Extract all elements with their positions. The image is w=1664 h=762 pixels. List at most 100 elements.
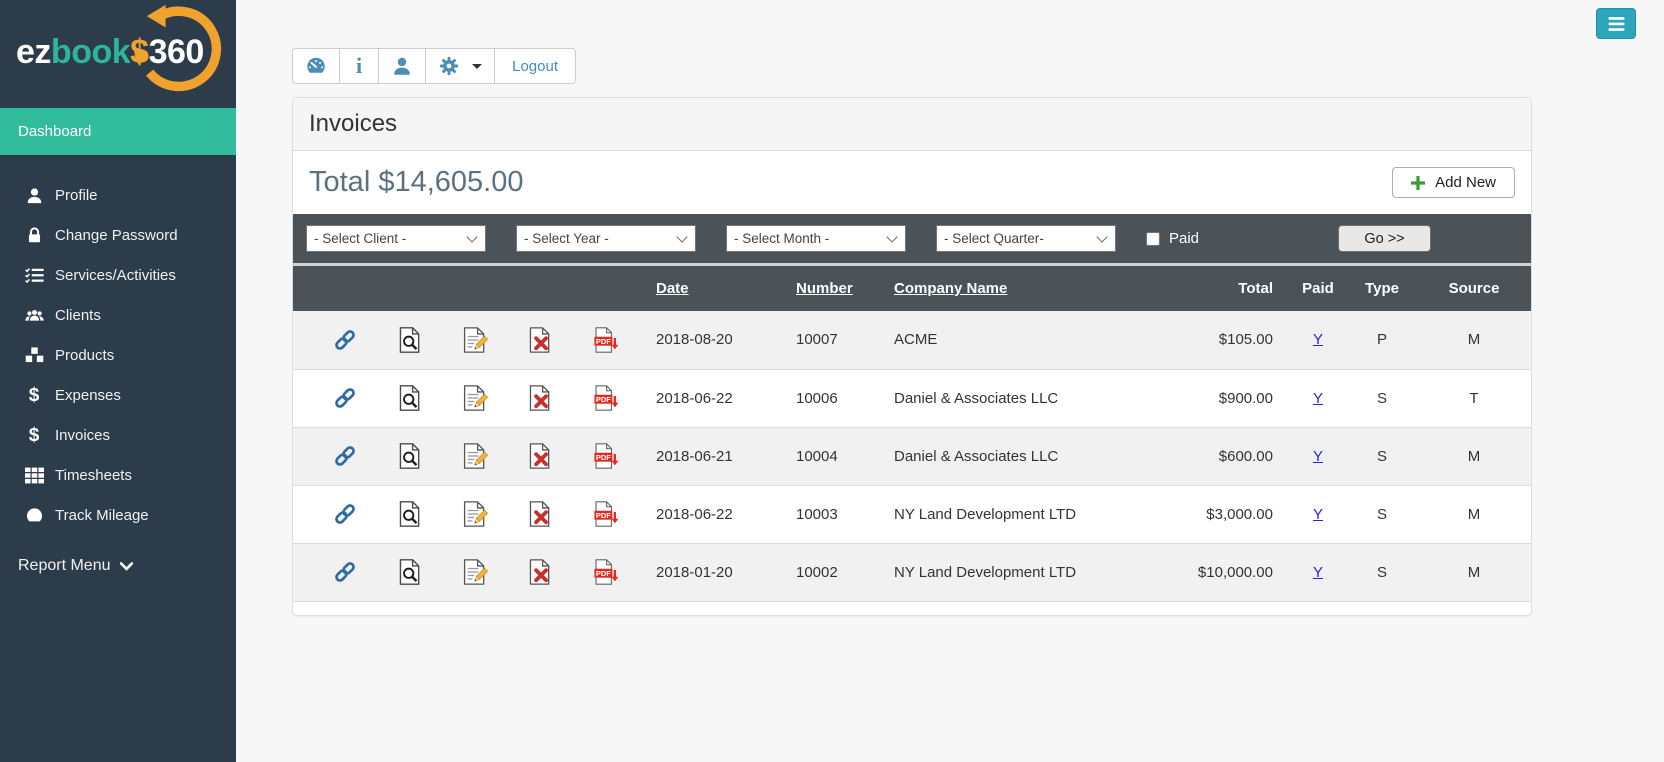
client-select-wrap: - Select Client -: [306, 225, 486, 252]
sidebar-item-invoices[interactable]: $Invoices: [0, 415, 236, 455]
invoice-type: P: [1349, 311, 1415, 369]
year-select[interactable]: - Select Year -: [516, 225, 696, 252]
pdf-download-icon[interactable]: PDF: [592, 559, 618, 585]
pdf-download-icon[interactable]: PDF: [592, 501, 618, 527]
invoice-number: 10007: [783, 311, 881, 369]
pdf-download-icon[interactable]: PDF: [592, 385, 618, 411]
sidebar-report-menu[interactable]: Report Menu: [0, 557, 236, 575]
invoice-total: $3,000.00: [1181, 485, 1287, 543]
sidebar-item-label: Profile: [55, 187, 98, 204]
panel-footer: [293, 602, 1531, 615]
tachometer-icon: [305, 55, 327, 77]
add-new-button[interactable]: Add New: [1392, 167, 1515, 198]
sidebar-item-clients[interactable]: Clients: [0, 295, 236, 335]
month-select[interactable]: - Select Month -: [726, 225, 906, 252]
menu-toggle-button[interactable]: [1596, 8, 1636, 39]
pdf-download-icon[interactable]: PDF: [592, 443, 618, 469]
link-icon[interactable]: [332, 501, 358, 527]
settings-dropdown-button[interactable]: [426, 49, 495, 83]
sidebar-item-timesheets[interactable]: Timesheets: [0, 455, 236, 495]
go-button[interactable]: Go >>: [1338, 225, 1431, 252]
svg-text:PDF: PDF: [596, 511, 611, 520]
company-column-header[interactable]: Company Name: [881, 266, 1181, 311]
sidebar-item-profile[interactable]: Profile: [0, 175, 236, 215]
invoices-total: Total $14,605.00: [309, 166, 523, 199]
sidebar-item-label: Products: [55, 347, 114, 364]
dashboard-button[interactable]: [293, 49, 340, 83]
users-icon: [22, 305, 46, 325]
invoices-panel: Invoices Total $14,605.00 Add New - Sele…: [292, 97, 1532, 616]
invoice-company: ACME: [881, 311, 1181, 369]
quarter-select[interactable]: - Select Quarter-: [936, 225, 1116, 252]
delete-icon[interactable]: [527, 327, 553, 353]
cubes-icon: [22, 345, 46, 365]
number-column-header[interactable]: Number: [783, 266, 881, 311]
paid-label: Paid: [1169, 230, 1199, 247]
delete-icon[interactable]: [527, 559, 553, 585]
invoice-date: 2018-06-22: [643, 485, 783, 543]
paid-filter: Paid: [1146, 230, 1199, 247]
preview-icon[interactable]: [397, 443, 423, 469]
sidebar-item-label: Expenses: [55, 387, 121, 404]
paid-column-header: Paid: [1287, 266, 1349, 311]
client-select[interactable]: - Select Client -: [306, 225, 486, 252]
invoice-company: Daniel & Associates LLC: [881, 427, 1181, 485]
invoice-date: 2018-06-22: [643, 369, 783, 427]
paid-link[interactable]: Y: [1313, 390, 1323, 407]
table-header-row: Date Number Company Name Total Paid Type…: [293, 266, 1532, 311]
sidebar-item-track-mileage[interactable]: Track Mileage: [0, 495, 236, 535]
sidebar-item-expenses[interactable]: $Expenses: [0, 375, 236, 415]
pdf-download-icon[interactable]: PDF: [592, 327, 618, 353]
invoice-total: $10,000.00: [1181, 543, 1287, 601]
link-icon[interactable]: [332, 443, 358, 469]
delete-icon[interactable]: [527, 501, 553, 527]
edit-icon[interactable]: [462, 385, 488, 411]
sidebar-item-services-activities[interactable]: Services/Activities: [0, 255, 236, 295]
preview-icon[interactable]: [397, 327, 423, 353]
link-icon[interactable]: [332, 385, 358, 411]
preview-icon[interactable]: [397, 559, 423, 585]
edit-icon[interactable]: [462, 559, 488, 585]
plus-icon: [1411, 176, 1425, 190]
source-column-header: Source: [1415, 266, 1532, 311]
filter-bar: - Select Client - - Select Year - - Sele…: [293, 214, 1531, 263]
info-button[interactable]: i: [340, 49, 379, 83]
logo-text: ezbook$360: [16, 30, 236, 74]
edit-icon[interactable]: [462, 327, 488, 353]
paid-link[interactable]: Y: [1313, 564, 1323, 581]
page-title: Invoices: [293, 98, 1531, 151]
delete-icon[interactable]: [527, 385, 553, 411]
paid-checkbox[interactable]: [1146, 232, 1160, 246]
link-icon[interactable]: [332, 559, 358, 585]
row-actions: PDF: [294, 385, 642, 411]
svg-text:PDF: PDF: [596, 453, 611, 462]
grid-icon: [22, 465, 46, 485]
preview-icon[interactable]: [397, 501, 423, 527]
logo-part-ez: ez: [16, 33, 51, 71]
paid-link[interactable]: Y: [1313, 331, 1323, 348]
table-row: PDF 2018-06-21 10004 Daniel & Associates…: [293, 427, 1532, 485]
link-icon[interactable]: [332, 327, 358, 353]
edit-icon[interactable]: [462, 501, 488, 527]
logo-part-book: book: [51, 33, 130, 71]
invoice-source: M: [1415, 311, 1532, 369]
app-logo[interactable]: ezbook$360: [0, 0, 236, 104]
sidebar-item-dashboard[interactable]: Dashboard: [0, 108, 236, 155]
sidebar-item-change-password[interactable]: Change Password: [0, 215, 236, 255]
profile-button[interactable]: [379, 49, 426, 83]
sidebar-item-products[interactable]: Products: [0, 335, 236, 375]
lock-icon: [22, 225, 46, 245]
table-row: PDF 2018-08-20 10007 ACME $105.00 Y P M: [293, 311, 1532, 369]
delete-icon[interactable]: [527, 443, 553, 469]
row-actions: PDF: [294, 559, 642, 585]
paid-link[interactable]: Y: [1313, 448, 1323, 465]
edit-icon[interactable]: [462, 443, 488, 469]
row-actions: PDF: [294, 501, 642, 527]
invoice-source: M: [1415, 427, 1532, 485]
invoice-company: NY Land Development LTD: [881, 485, 1181, 543]
logout-button[interactable]: Logout: [495, 49, 575, 83]
preview-icon[interactable]: [397, 385, 423, 411]
date-column-header[interactable]: Date: [643, 266, 783, 311]
paid-link[interactable]: Y: [1313, 506, 1323, 523]
sidebar-item-label: Track Mileage: [55, 507, 149, 524]
